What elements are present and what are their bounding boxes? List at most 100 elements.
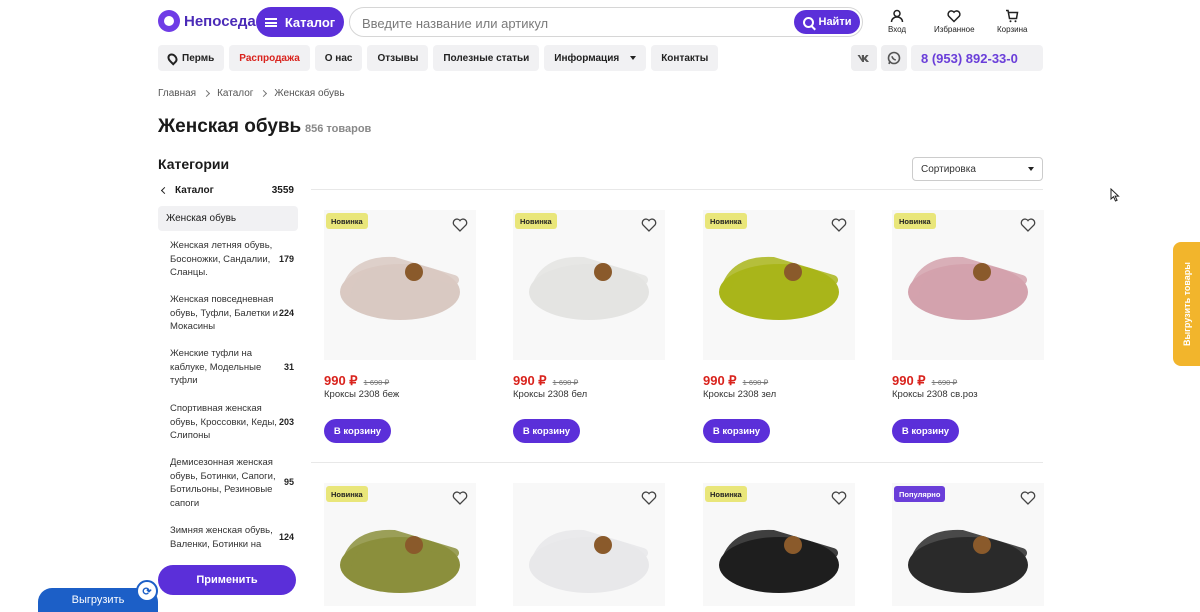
chevron-left-icon: [160, 186, 169, 194]
favorite-heart-icon[interactable]: [452, 218, 468, 232]
product-name[interactable]: Кроксы 2308 св.роз: [892, 389, 978, 400]
add-to-cart-button[interactable]: В корзину: [892, 419, 959, 443]
logo-icon: [158, 10, 180, 32]
sort-label: Сортировка: [921, 163, 976, 175]
heart-icon: [947, 10, 961, 23]
favorite-heart-icon[interactable]: [1020, 491, 1036, 505]
favorite-heart-icon[interactable]: [641, 218, 657, 232]
category-sidebar: Каталог 3559 Женская обувь Женская летня…: [158, 180, 298, 552]
phone-number[interactable]: 8 (953) 892-33-0: [911, 45, 1043, 71]
breadcrumb-home[interactable]: Главная: [158, 88, 196, 99]
sidebar-back-label: Каталог: [175, 184, 214, 196]
sidebar-subcategory-count: 179: [278, 253, 294, 264]
nav-item-articles[interactable]: Полезные статьи: [433, 45, 540, 71]
favorites-label: Избранное: [934, 25, 975, 34]
current-price: 990 ₽: [324, 373, 358, 388]
add-to-cart-button[interactable]: В корзину: [324, 419, 391, 443]
sidebar-subcategory-count: 124: [278, 531, 294, 542]
chevron-down-icon: [1028, 167, 1034, 171]
sidebar-subcategory-count: 224: [278, 307, 294, 318]
whatsapp-icon[interactable]: [881, 45, 907, 71]
site-logo[interactable]: Непоседа: [158, 10, 256, 32]
export-icon[interactable]: ⟳: [136, 580, 158, 602]
product-price: 990 ₽ 1 690 ₽: [703, 373, 768, 389]
product-price: 990 ₽ 1 690 ₽: [324, 373, 389, 389]
nav-item-contacts[interactable]: Контакты: [651, 45, 719, 71]
favorite-heart-icon[interactable]: [452, 491, 468, 505]
chevron-right-icon: [260, 89, 268, 98]
favorites-button[interactable]: Избранное: [934, 9, 975, 34]
sidebar-subcategory-label: Женские туфли на каблуке, Модельные туфл…: [170, 348, 262, 386]
cart-button[interactable]: Корзина: [997, 9, 1027, 34]
old-price: 1 690 ₽: [363, 378, 390, 387]
favorite-heart-icon[interactable]: [831, 218, 847, 232]
product-badge: Новинка: [326, 213, 368, 229]
login-label: Вход: [888, 25, 907, 34]
export-products-label: Выгрузить товары: [1181, 261, 1192, 347]
product-badge: Новинка: [705, 486, 747, 502]
sidebar-subcategory[interactable]: Женская повседневная обувь, Туфли, Балет…: [158, 293, 298, 334]
nav-item-reviews[interactable]: Отзывы: [367, 45, 429, 71]
export-products-tab[interactable]: Выгрузить товары: [1173, 242, 1200, 366]
add-to-cart-button[interactable]: В корзину: [703, 419, 770, 443]
product-badge: Новинка: [705, 213, 747, 229]
city-label: Пермь: [182, 52, 215, 64]
sidebar-item-active[interactable]: Женская обувь: [158, 206, 298, 231]
sidebar-subcategory-count: 31: [283, 361, 294, 372]
favorite-heart-icon[interactable]: [1020, 218, 1036, 232]
search-bar: Найти: [349, 7, 863, 37]
nav-item-info-label: Информация: [554, 52, 620, 64]
sidebar-subcategory-count: 95: [283, 477, 294, 488]
product-badge: Новинка: [515, 213, 557, 229]
logo-text: Непоседа: [184, 12, 256, 30]
sidebar-subcategory[interactable]: Зимняя женская обувь, Валенки, Ботинки н…: [158, 524, 298, 551]
product-image[interactable]: [324, 210, 476, 360]
sidebar-subcategory[interactable]: Женские туфли на каблуке, Модельные туфл…: [158, 347, 298, 388]
cart-icon: [1006, 9, 1019, 23]
login-button[interactable]: Вход: [888, 9, 906, 34]
breadcrumb-current: Женская обувь: [274, 88, 345, 99]
product-image[interactable]: [513, 210, 665, 360]
old-price: 1 690 ₽: [742, 378, 769, 387]
page-title: Женская обувь: [158, 116, 302, 137]
sidebar-subcategory-label: Демисезонная женская обувь, Ботинки, Сап…: [170, 457, 276, 509]
add-to-cart-button[interactable]: В корзину: [513, 419, 580, 443]
search-input[interactable]: [362, 14, 782, 32]
nav-item-sale[interactable]: Распродажа: [229, 45, 310, 71]
search-icon: [802, 16, 814, 28]
nav-item-info[interactable]: Информация: [544, 45, 647, 71]
product-name[interactable]: Кроксы 2308 бел: [513, 389, 587, 400]
divider: [311, 189, 1043, 190]
old-price: 1 690 ₽: [931, 378, 958, 387]
breadcrumb: Главная Каталог Женская обувь: [158, 88, 345, 99]
product-count: 856 товаров: [305, 123, 372, 135]
sidebar-back-catalog[interactable]: Каталог 3559: [158, 180, 298, 200]
catalog-button[interactable]: Каталог: [256, 7, 344, 37]
breadcrumb-catalog[interactable]: Каталог: [217, 88, 253, 99]
sidebar-subcategory[interactable]: Женская летняя обувь, Босоножки, Сандали…: [158, 239, 298, 280]
product-price: 990 ₽ 1 690 ₽: [892, 373, 957, 389]
sidebar-subcategory-label: Зимняя женская обувь, Валенки, Ботинки н…: [170, 525, 273, 550]
product-name[interactable]: Кроксы 2308 зел: [703, 389, 776, 400]
product-badge: Новинка: [326, 486, 368, 502]
product-image[interactable]: [703, 210, 855, 360]
sidebar-back-count: 3559: [271, 184, 294, 196]
sidebar-subcategory[interactable]: Демисезонная женская обувь, Ботинки, Сап…: [158, 456, 298, 510]
product-image[interactable]: [892, 210, 1044, 360]
sidebar-subcategory[interactable]: Спортивная женская обувь, Кроссовки, Кед…: [158, 402, 298, 443]
sidebar-subcategory-label: Спортивная женская обувь, Кроссовки, Кед…: [170, 403, 277, 441]
user-icon: [890, 9, 904, 23]
catalog-button-label: Каталог: [284, 14, 336, 30]
product-name[interactable]: Кроксы 2308 беж: [324, 389, 399, 400]
search-button[interactable]: Найти: [794, 10, 860, 34]
product-badge: Популярно: [894, 486, 946, 502]
sort-select[interactable]: Сортировка: [912, 157, 1043, 181]
chevron-right-icon: [203, 89, 211, 98]
favorite-heart-icon[interactable]: [641, 491, 657, 505]
apply-button[interactable]: Применить: [158, 565, 296, 595]
city-selector[interactable]: Пермь: [158, 45, 225, 71]
nav-item-about[interactable]: О нас: [314, 45, 363, 71]
favorite-heart-icon[interactable]: [831, 491, 847, 505]
vk-icon[interactable]: [851, 45, 877, 71]
menu-icon: [264, 17, 277, 27]
